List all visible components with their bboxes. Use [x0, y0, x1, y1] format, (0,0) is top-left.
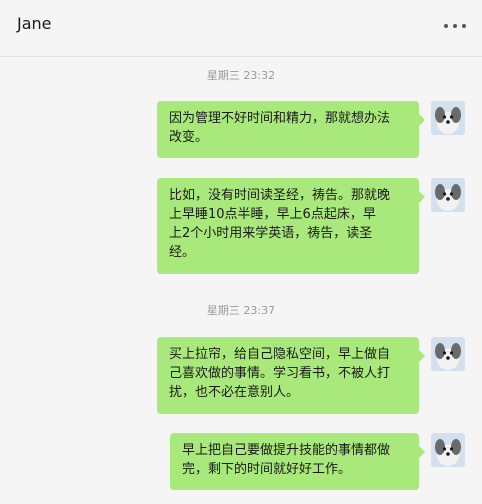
dot — [462, 24, 466, 28]
dog-avatar-icon — [431, 101, 465, 135]
timestamp: 星期三 23:32 — [206, 69, 276, 82]
dog-avatar-icon — [431, 337, 465, 371]
avatar[interactable] — [431, 433, 465, 467]
message-bubble[interactable]: 早上把自己要做提升技能的事情都做 完，剩下的时间就好好工作。 — [170, 433, 425, 490]
message-bubble[interactable]: 因为管理不好时间和精力，那就想办法 改变。 — [157, 101, 425, 158]
dog-avatar-icon — [431, 178, 465, 212]
more-options-icon[interactable] — [444, 16, 466, 36]
message-bubble[interactable]: 买上拉帘，给自己隐私空间，早上做自 己喜欢做的事情。学习看书，不被人打 扰，也不… — [157, 337, 425, 414]
avatar[interactable] — [431, 178, 465, 212]
dot — [444, 24, 448, 28]
message-bubble[interactable]: 比如，没有时间读圣经，祷告。那就晚 上早睡10点半睡，早上6点起床，早 上2个小… — [157, 178, 425, 274]
chat-header: Jane — [0, 0, 482, 57]
avatar[interactable] — [431, 101, 465, 135]
dot — [453, 24, 457, 28]
timestamp: 星期三 23:37 — [206, 304, 276, 317]
dog-avatar-icon — [431, 433, 465, 467]
contact-name: Jane — [17, 14, 52, 33]
avatar[interactable] — [431, 337, 465, 371]
